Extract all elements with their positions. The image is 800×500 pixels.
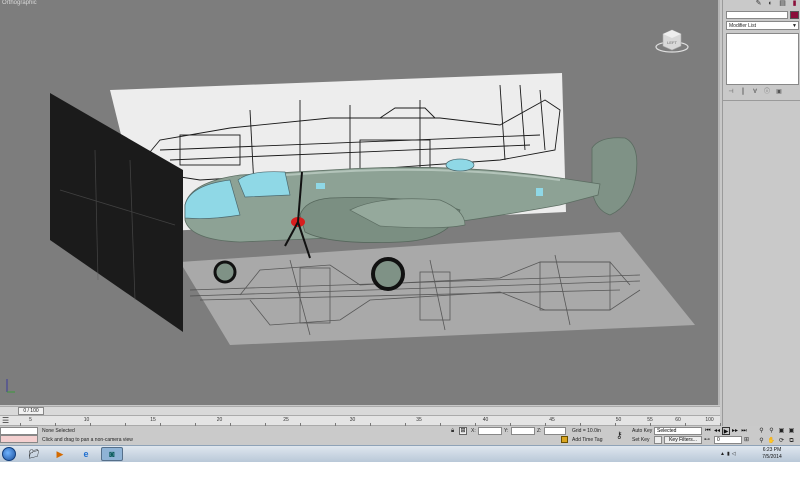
tick-label: 100 [705, 417, 714, 423]
maxscript-input[interactable] [0, 427, 38, 435]
time-slider[interactable]: 0 / 100 [0, 406, 720, 415]
z-coordinate-field[interactable] [544, 427, 566, 435]
selection-lock-icon[interactable]: 🔒︎ [451, 428, 454, 435]
pin-stack-icon[interactable]: ⊣ [726, 88, 736, 97]
key-mode-toggle-icon[interactable]: ⊷ [704, 436, 710, 443]
tick-label: 15 [150, 417, 156, 423]
object-color-swatch[interactable] [790, 11, 799, 19]
command-panel-tabs: ✎ ◐ ▤ ▮ [725, 0, 799, 8]
zoom-icon[interactable]: ⚲ [757, 427, 766, 435]
key-mode-icon[interactable]: ⚷ [616, 430, 623, 441]
stack-toolbar: ⊣ ║ ∀ ⓘ ▣ [726, 88, 799, 97]
remove-modifier-icon[interactable]: ⓘ [762, 88, 772, 97]
command-panel: ✎ ◐ ▤ ▮ Modifier List ▼ ⊣ ║ ∀ ⓘ ▣ [722, 0, 800, 445]
network-icon[interactable]: ▮ [727, 451, 730, 457]
selection-status: None Selected [42, 428, 75, 434]
maximize-viewport-icon[interactable]: ⧉ [787, 437, 796, 445]
tick-label: 20 [216, 417, 223, 423]
add-time-tag-button[interactable]: Add Time Tag [572, 437, 602, 443]
orbit-icon[interactable]: ⟳ [777, 437, 786, 445]
time-slider-thumb[interactable]: 0 / 100 [18, 407, 44, 415]
viewport-left[interactable]: Orthographic LEFT [0, 0, 720, 405]
previous-frame-icon[interactable]: ◂◂ [713, 427, 721, 435]
y-coordinate-field[interactable] [511, 427, 535, 435]
floor-blueprint-plane [180, 232, 695, 345]
viewport-navigation: ⚲ ⚲ ▣ ▣ ⚲ ✋ ⟳ ⧉ [757, 427, 799, 445]
next-frame-icon[interactable]: ▸▸ [731, 427, 739, 435]
modifier-stack[interactable] [726, 33, 799, 85]
3dsmax-window: Orthographic LEFT ✎ ◐ ▤ ▮ Modifier List … [0, 0, 800, 462]
tray-arrow-icon[interactable]: ▲ [720, 451, 725, 457]
tick-label: 45 [549, 417, 555, 423]
tick-label: 5 [29, 417, 32, 423]
3dsmax-taskbar-icon[interactable]: ◙ [101, 447, 123, 461]
tick-label: 35 [416, 417, 422, 423]
tick-label: 50 [615, 417, 622, 423]
grid-size: Grid = 10.0in [572, 428, 601, 434]
volume-icon[interactable]: ◁ [732, 451, 736, 457]
create-tab-icon[interactable]: ✎ [754, 0, 763, 8]
pan-icon[interactable]: ✋ [767, 437, 776, 445]
system-tray: ▲ ▮ ◁ [720, 448, 744, 460]
maxscript-listener[interactable] [0, 427, 38, 443]
show-end-result-icon[interactable]: ║ [738, 88, 748, 97]
key-filters-button[interactable]: Key Filters... [664, 436, 702, 444]
track-bar[interactable]: ☰ 5 10 15 20 25 30 35 40 45 50 55 60 100 [0, 415, 721, 426]
internet-explorer-icon[interactable]: e [75, 447, 97, 461]
taskbar-clock[interactable]: 6:23 PM 7/5/2014 [752, 447, 792, 461]
z-label: Z: [537, 428, 542, 434]
play-icon[interactable]: ▶ [722, 427, 730, 435]
zoom-extents-all-icon[interactable]: ▣ [787, 427, 796, 435]
clock-date: 7/5/2014 [762, 454, 782, 460]
selection-set-dropdown[interactable]: Selected [654, 427, 702, 435]
default-in-out-tangent-button[interactable] [654, 436, 662, 444]
media-player-icon[interactable]: ▶ [49, 447, 71, 461]
tick-label: 10 [83, 417, 90, 423]
tick-label: 60 [675, 417, 681, 423]
frame-ruler: 5 10 15 20 25 30 35 40 45 50 55 60 100 [20, 416, 721, 426]
set-key-button[interactable]: Set Key [632, 436, 654, 444]
viewcube-icon[interactable]: LEFT [655, 24, 689, 54]
modify-tab-icon[interactable]: ◐ [766, 0, 775, 8]
x-coordinate-field[interactable] [478, 427, 502, 435]
y-label: Y: [504, 428, 509, 434]
time-tag-icon[interactable] [561, 436, 568, 443]
go-to-end-icon[interactable]: ⏭ [740, 427, 748, 435]
scene-render [50, 73, 695, 345]
x-label: X: [471, 428, 476, 434]
curve-editor-icon[interactable]: ☰ [2, 417, 9, 425]
tick-label: 40 [482, 417, 489, 423]
object-name-field[interactable] [726, 11, 788, 19]
go-to-start-icon[interactable]: ⏮ [704, 427, 712, 435]
modifier-list-label: Modifier List [729, 23, 756, 29]
chevron-down-icon: ▼ [792, 23, 797, 29]
field-of-view-icon[interactable]: ⚲ [757, 437, 766, 445]
zoom-all-icon[interactable]: ⚲ [767, 427, 776, 435]
current-frame-field[interactable]: 0 [714, 436, 742, 444]
tick-label: 30 [349, 417, 356, 423]
playback-controls: ⏮ ◂◂ ▶ ▸▸ ⏭ [704, 427, 764, 435]
modifier-list-dropdown[interactable]: Modifier List ▼ [726, 21, 799, 30]
absolute-relative-toggle[interactable]: ⊞ [459, 427, 467, 435]
prompt-line: Click and drag to pan a non-camera view [42, 437, 133, 443]
clock-time: 6:23 PM [762, 447, 782, 453]
explorer-icon[interactable]: 📁︎ [23, 447, 45, 461]
viewcube-face-label: LEFT [667, 40, 677, 45]
zoom-extents-icon[interactable]: ▣ [777, 427, 786, 435]
axis-tripod-icon [6, 379, 15, 393]
windows-taskbar: 📁︎ ▶ e ◙ ▲ ▮ ◁ 6:23 PM 7/5/2014 [0, 445, 800, 462]
maxscript-output[interactable] [0, 435, 38, 443]
auto-key-button[interactable]: Auto Key [632, 427, 654, 435]
time-configuration-icon[interactable]: ⊞ [744, 436, 752, 444]
panel-divider [723, 100, 800, 101]
make-unique-icon[interactable]: ∀ [750, 88, 760, 97]
configure-modifier-sets-icon[interactable]: ▣ [774, 88, 784, 97]
start-button[interactable] [2, 447, 16, 461]
tick-label: 25 [283, 417, 289, 423]
hierarchy-tab-icon[interactable]: ▤ [778, 0, 787, 8]
animation-controls: ⚷ Auto Key Selected Set Key Key Filters.… [612, 426, 800, 445]
utilities-tab-icon[interactable]: ▮ [790, 0, 799, 8]
